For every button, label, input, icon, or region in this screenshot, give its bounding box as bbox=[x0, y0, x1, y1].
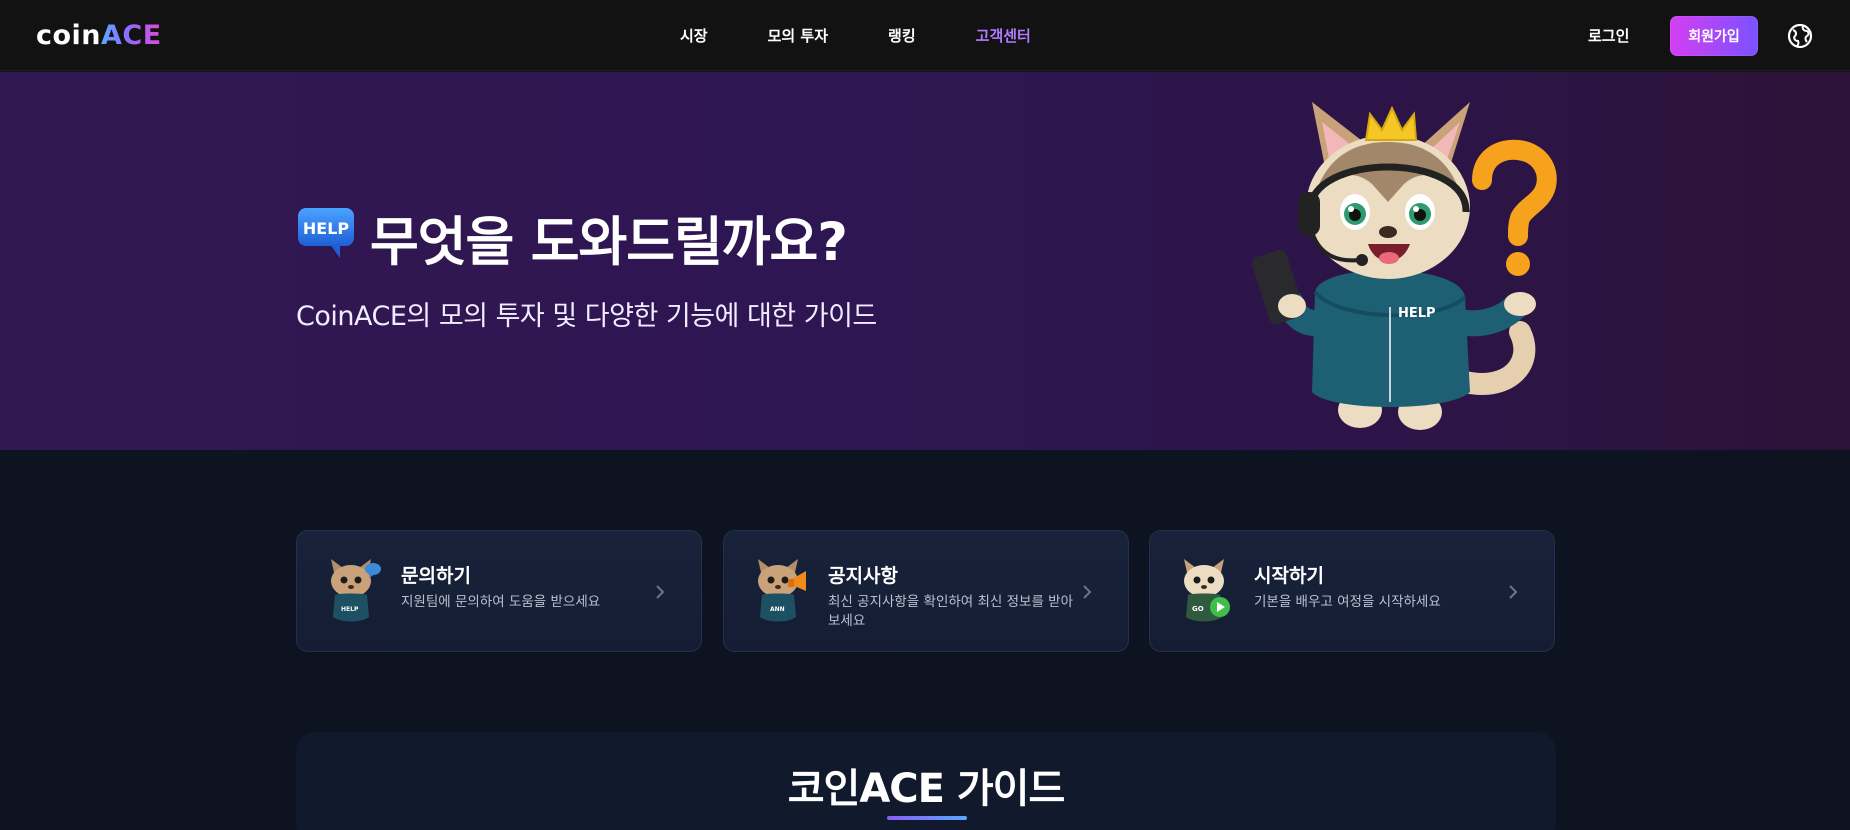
guide-title-underline bbox=[887, 816, 967, 820]
help-speech-bubble-icon: HELP bbox=[298, 208, 354, 258]
mascot-hoodie-text: HELP bbox=[1398, 306, 1436, 321]
card-mascot-badge: GO bbox=[1192, 605, 1204, 613]
inquiry-card[interactable]: HELP 문의하기 지원팀에 문의하여 도움을 받으세요 bbox=[296, 530, 702, 652]
notice-card[interactable]: ANN 공지사항 최신 공지사항을 확인하여 최신 정보를 받아보세요 bbox=[723, 530, 1129, 652]
card-description: 기본을 배우고 여정을 시작하세요 bbox=[1254, 594, 1441, 610]
go-cat-icon: GO bbox=[1184, 559, 1230, 622]
page-title: 무엇을 도와드릴까요? bbox=[370, 212, 848, 273]
globe-icon[interactable] bbox=[1786, 22, 1814, 50]
signup-button[interactable]: 회원가입 bbox=[1670, 16, 1758, 56]
card-description: 지원팀에 문의하여 도움을 받으세요 bbox=[401, 594, 601, 610]
nav-mock-trading[interactable]: 모의 투자 bbox=[768, 25, 828, 46]
main-nav: 시장 모의 투자 랭킹 고객센터 bbox=[680, 0, 1091, 71]
card-title: 공지사항 bbox=[828, 565, 898, 587]
page-subtitle: CoinACE의 모의 투자 및 다양한 기능에 대한 가이드 bbox=[296, 301, 877, 332]
help-badge-text: HELP bbox=[303, 219, 350, 238]
coinace-logo[interactable]: coinACE bbox=[36, 18, 162, 54]
nav-customer-center[interactable]: 고객센터 bbox=[976, 25, 1031, 46]
guide-section: 코인ACE 가이드 bbox=[296, 732, 1556, 830]
getting-started-card[interactable]: GO 시작하기 기본을 배우고 여정을 시작하세요 bbox=[1149, 530, 1555, 652]
chevron-right-icon bbox=[1083, 585, 1092, 599]
nav-ranking[interactable]: 랭킹 bbox=[888, 25, 916, 46]
card-description: 최신 공지사항을 확인하여 최신 정보를 받아보세요 bbox=[828, 594, 1074, 629]
card-mascot-badge: HELP bbox=[341, 606, 359, 613]
guide-title: 코인ACE 가이드 bbox=[787, 766, 1066, 812]
quick-links-section: HELP 문의하기 지원팀에 문의하여 도움을 받으세요 ANN 공지사항 최신… bbox=[296, 530, 1556, 652]
card-title: 문의하기 bbox=[401, 565, 471, 587]
chevron-right-icon bbox=[1509, 585, 1518, 599]
login-link[interactable]: 로그인 bbox=[1588, 25, 1629, 46]
logo-coin-text: coin bbox=[36, 20, 102, 51]
card-title: 시작하기 bbox=[1254, 565, 1324, 587]
top-navigation: coinACE 시장 모의 투자 랭킹 고객센터 로그인 회원가입 bbox=[0, 0, 1850, 71]
question-mark-icon bbox=[1472, 139, 1557, 276]
chevron-right-icon bbox=[656, 585, 665, 599]
support-cat-mascot-illustration: HELP bbox=[1251, 102, 1557, 430]
help-cat-icon: HELP bbox=[331, 559, 381, 622]
card-mascot-badge: ANN bbox=[770, 606, 785, 613]
nav-market[interactable]: 시장 bbox=[680, 25, 708, 46]
announcement-cat-icon: ANN bbox=[758, 559, 806, 622]
hero-banner: HELP 무엇을 도와드릴까요? CoinACE의 모의 투자 및 다양한 기능… bbox=[0, 72, 1850, 450]
logo-ace-text: ACE bbox=[101, 20, 162, 51]
